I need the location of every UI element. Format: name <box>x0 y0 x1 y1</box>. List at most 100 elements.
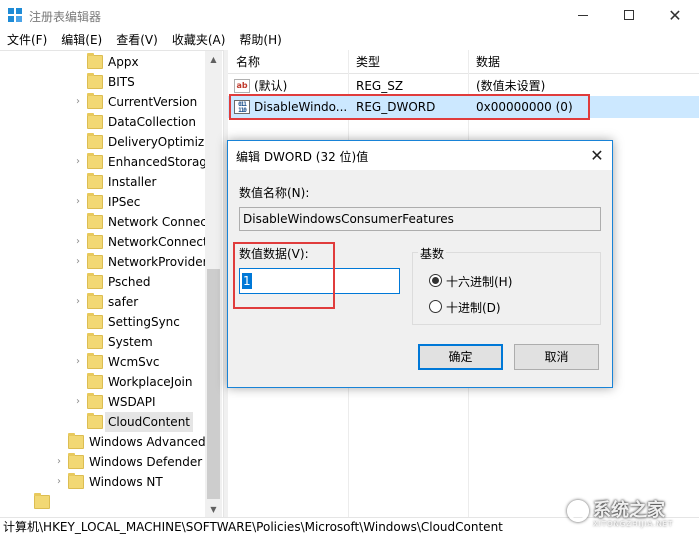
tree-item-workplacejoin[interactable]: WorkplaceJoin <box>0 372 205 392</box>
tree-item-network-connec[interactable]: Network Connec <box>0 212 207 232</box>
scroll-up-icon[interactable]: ▲ <box>205 51 222 68</box>
folder-icon <box>87 313 103 329</box>
tree-item-wsdapi[interactable]: › WSDAPI <box>0 392 205 412</box>
chevron-right-icon[interactable]: › <box>53 452 65 472</box>
ok-button[interactable]: 确定 <box>418 344 503 370</box>
tree-item-windows-advanced[interactable]: Windows Advanced <box>0 432 206 452</box>
tree-item-deliveryoptimiza[interactable]: DeliveryOptimiza <box>0 132 212 152</box>
folder-icon <box>34 493 50 509</box>
tree-scrollbar[interactable]: ▲ ▼ <box>205 51 222 517</box>
folder-icon <box>87 153 103 169</box>
tree-item-label: Windows Advanced <box>89 435 206 449</box>
tree-item-wcmsvc[interactable]: › WcmSvc <box>0 352 205 372</box>
chevron-right-icon[interactable]: › <box>72 92 84 112</box>
minimize-icon <box>578 14 588 16</box>
tree-item-label: Psched <box>108 275 151 289</box>
tree-item-installer[interactable]: Installer <box>0 172 205 192</box>
chevron-right-icon[interactable]: › <box>72 252 84 272</box>
folder-icon <box>87 193 103 209</box>
title-bar: 注册表编辑器 ✕ <box>0 0 699 30</box>
tree-item-currentversion[interactable]: › CurrentVersion <box>0 92 205 112</box>
tree-item-datacollection[interactable]: DataCollection <box>0 112 205 132</box>
radio-hex-label[interactable]: 十六进制(H) <box>446 273 512 290</box>
chevron-right-icon[interactable]: › <box>72 352 84 372</box>
menu-favorites[interactable]: 收藏夹(A) <box>165 30 233 50</box>
folder-icon <box>87 133 103 149</box>
column-header-type[interactable]: 类型 <box>348 50 380 74</box>
tree-item-bits[interactable]: BITS <box>0 72 205 92</box>
tree-item-label: SettingSync <box>108 315 180 329</box>
tree-item-networkprovider[interactable]: › NetworkProvider <box>0 252 208 272</box>
tree-item-label: CurrentVersion <box>108 95 198 109</box>
list-header: 名称 类型 数据 <box>228 50 699 74</box>
column-header-data[interactable]: 数据 <box>468 50 500 74</box>
folder-icon <box>68 433 84 449</box>
folder-icon <box>87 233 103 249</box>
base-group-label: 基数 <box>418 245 447 262</box>
tree-item-appx[interactable]: Appx <box>0 52 205 72</box>
minimize-button[interactable] <box>560 0 606 30</box>
tree-item-psched[interactable]: Psched <box>0 272 205 292</box>
maximize-button[interactable] <box>606 0 652 30</box>
tree-item-label: WcmSvc <box>108 355 160 369</box>
tree-item-ipsec[interactable]: › IPSec <box>0 192 205 212</box>
tree-item-settingsync[interactable]: SettingSync <box>0 312 205 332</box>
menu-edit[interactable]: 编辑(E) <box>54 30 109 50</box>
watermark-text: 系统之家 <box>593 500 665 521</box>
chevron-right-icon[interactable]: › <box>72 152 84 172</box>
folder-icon <box>87 113 103 129</box>
tree-item-label: IPSec <box>108 195 141 209</box>
radio-decimal-label[interactable]: 十进制(D) <box>446 299 501 316</box>
chevron-right-icon[interactable]: › <box>72 392 84 412</box>
radio-hex[interactable] <box>429 274 442 287</box>
dialog-title-bar[interactable]: 编辑 DWORD (32 位)值 ✕ <box>228 141 612 170</box>
folder-icon <box>87 413 103 429</box>
tree-item-label: DataCollection <box>108 115 197 129</box>
watermark-icon <box>567 500 589 522</box>
chevron-right-icon[interactable]: › <box>72 232 84 252</box>
tree-item-label: CloudContent <box>105 412 194 432</box>
chevron-right-icon[interactable]: › <box>53 472 65 492</box>
value-name-field: DisableWindowsConsumerFeatures <box>239 207 601 231</box>
menu-view[interactable]: 查看(V) <box>109 30 165 50</box>
folder-icon <box>68 473 84 489</box>
tree-item-label: Windows NT <box>89 475 163 489</box>
cancel-button[interactable]: 取消 <box>514 344 599 370</box>
value-name-label: 数值名称(N): <box>239 186 310 200</box>
menu-file[interactable]: 文件(F) <box>0 30 54 50</box>
tree-item-safer[interactable]: › safer <box>0 292 205 312</box>
folder-icon <box>87 333 103 349</box>
tree-item-cloudcontent[interactable]: CloudContent <box>0 412 205 432</box>
menu-help[interactable]: 帮助(H) <box>232 30 288 50</box>
folder-icon <box>87 253 103 269</box>
watermark-logo: 系统之家 XITONGZHIJIA.NET <box>565 496 695 534</box>
folder-icon <box>87 173 103 189</box>
close-button[interactable]: ✕ <box>652 0 698 30</box>
folder-icon <box>68 453 84 469</box>
radio-decimal[interactable] <box>429 300 442 313</box>
scroll-down-icon[interactable]: ▼ <box>205 501 222 517</box>
key-tree[interactable]: Appx BITS › CurrentVersion DataCollection Del… <box>0 50 223 517</box>
tree-item-label: EnhancedStorage <box>108 155 215 169</box>
tree-item-networkconnect[interactable]: › NetworkConnect <box>0 232 208 252</box>
tree-item-windows-nt[interactable]: › Windows NT <box>0 472 205 492</box>
tree-item-enhancedstorage[interactable]: › EnhancedStorage <box>0 152 214 172</box>
folder-icon <box>87 393 103 409</box>
chevron-right-icon[interactable]: › <box>72 292 84 312</box>
dialog-close-button[interactable]: ✕ <box>582 141 612 170</box>
tree-item-label: Windows Defender <box>89 455 203 469</box>
tree-item-label: WorkplaceJoin <box>108 375 193 389</box>
scrollbar-thumb[interactable] <box>207 269 220 499</box>
tree-item-system[interactable]: System <box>0 332 205 352</box>
tree-item-label: DeliveryOptimiza <box>108 135 212 149</box>
tree-item-label: safer <box>108 295 139 309</box>
tree-item-windows-defender[interactable]: › Windows Defender <box>0 452 205 472</box>
highlight-box-value-row <box>229 94 590 120</box>
column-header-name[interactable]: 名称 <box>228 50 260 74</box>
maximize-icon <box>624 10 634 20</box>
tree-item-label: System <box>108 335 153 349</box>
edit-dword-dialog: 编辑 DWORD (32 位)值 ✕ 数值名称(N): DisableWindo… <box>227 140 613 388</box>
chevron-right-icon[interactable]: › <box>72 192 84 212</box>
menu-bar: 文件(F) 编辑(E) 查看(V) 收藏夹(A) 帮助(H) <box>0 30 699 50</box>
tree-item-label: Network Connec <box>108 215 207 229</box>
